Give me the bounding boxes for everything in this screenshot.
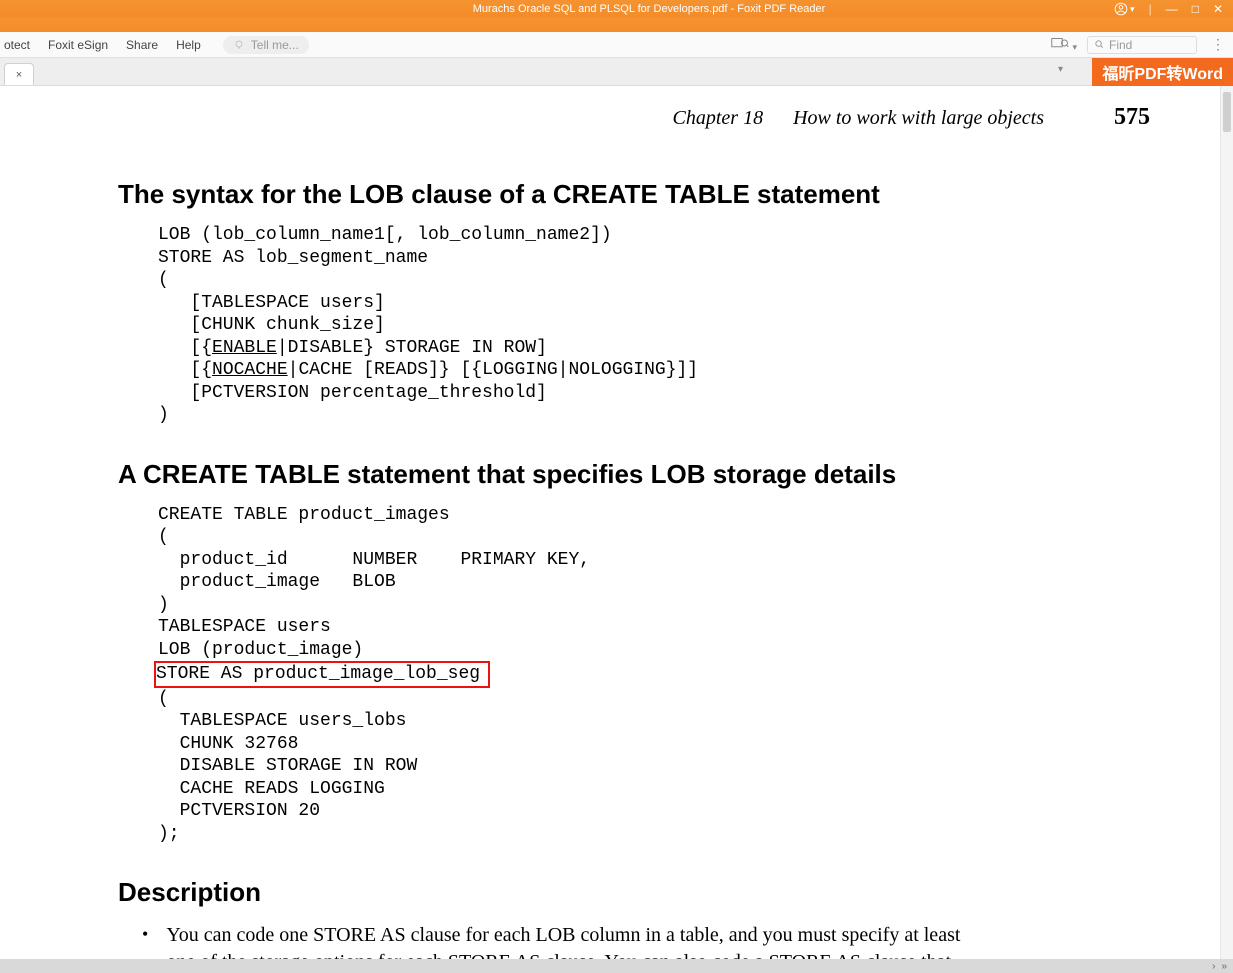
highlighted-code: STORE AS product_image_lob_seg — [154, 661, 490, 688]
status-end-icon[interactable]: » — [1221, 961, 1227, 972]
document-viewport[interactable]: Chapter 18 How to work with large object… — [0, 86, 1220, 959]
more-menu[interactable]: ⋮ — [1207, 36, 1229, 53]
section-2-title: A CREATE TABLE statement that specifies … — [118, 459, 1160, 490]
section-1-title: The syntax for the LOB clause of a CREAT… — [118, 179, 1160, 210]
search-icon — [1094, 39, 1105, 50]
document-tab-strip: × ▾ 福昕PDF转Word — [0, 58, 1233, 86]
maximize-button[interactable]: □ — [1192, 2, 1199, 16]
page-content: Chapter 18 How to work with large object… — [0, 86, 1220, 959]
title-bar: Murachs Oracle SQL and PLSQL for Develop… — [0, 0, 1233, 18]
bullet-1: • You can code one STORE AS clause for e… — [142, 922, 1160, 959]
chapter-label: Chapter 18 — [673, 107, 764, 130]
status-bar: › » — [0, 959, 1233, 973]
share-tab[interactable]: Share — [126, 38, 158, 52]
chapter-title: How to work with large objects — [793, 107, 1044, 130]
bullet-icon: • — [142, 922, 148, 959]
code-block-2: CREATE TABLE product_images ( product_id… — [158, 504, 1160, 846]
vertical-scrollbar[interactable] — [1220, 86, 1233, 959]
help-tab[interactable]: Help — [176, 38, 201, 52]
ribbon-spacer — [0, 18, 1233, 32]
quick-find-tool[interactable]: ▾ — [1051, 36, 1077, 53]
window-title: Murachs Oracle SQL and PLSQL for Develop… — [184, 3, 1114, 15]
tell-me-placeholder: Tell me... — [251, 38, 299, 52]
description-title: Description — [118, 877, 1160, 908]
tab-list-dropdown[interactable]: ▾ — [1058, 64, 1063, 75]
page-number: 575 — [1114, 104, 1150, 131]
protect-tab[interactable]: otect — [4, 38, 30, 52]
code-block-1: LOB (lob_column_name1[, lob_column_name2… — [158, 224, 1160, 427]
scrollbar-thumb[interactable] — [1223, 92, 1231, 132]
account-icon[interactable]: ▾ — [1114, 2, 1135, 16]
document-tab[interactable]: × — [4, 63, 34, 85]
esign-tab[interactable]: Foxit eSign — [48, 38, 108, 52]
find-input[interactable]: Find — [1087, 36, 1197, 54]
find-placeholder: Find — [1109, 38, 1132, 52]
tell-me-search[interactable]: Tell me... — [223, 36, 309, 54]
minimize-button[interactable]: — — [1166, 2, 1178, 16]
pdf-to-word-button[interactable]: 福昕PDF转Word — [1092, 58, 1233, 86]
status-next-icon[interactable]: › — [1212, 961, 1215, 972]
tab-close-icon[interactable]: × — [16, 69, 22, 81]
toolbar: otect Foxit eSign Share Help Tell me... … — [0, 32, 1233, 58]
close-button[interactable]: ✕ — [1213, 2, 1223, 16]
bulb-icon — [233, 39, 245, 51]
